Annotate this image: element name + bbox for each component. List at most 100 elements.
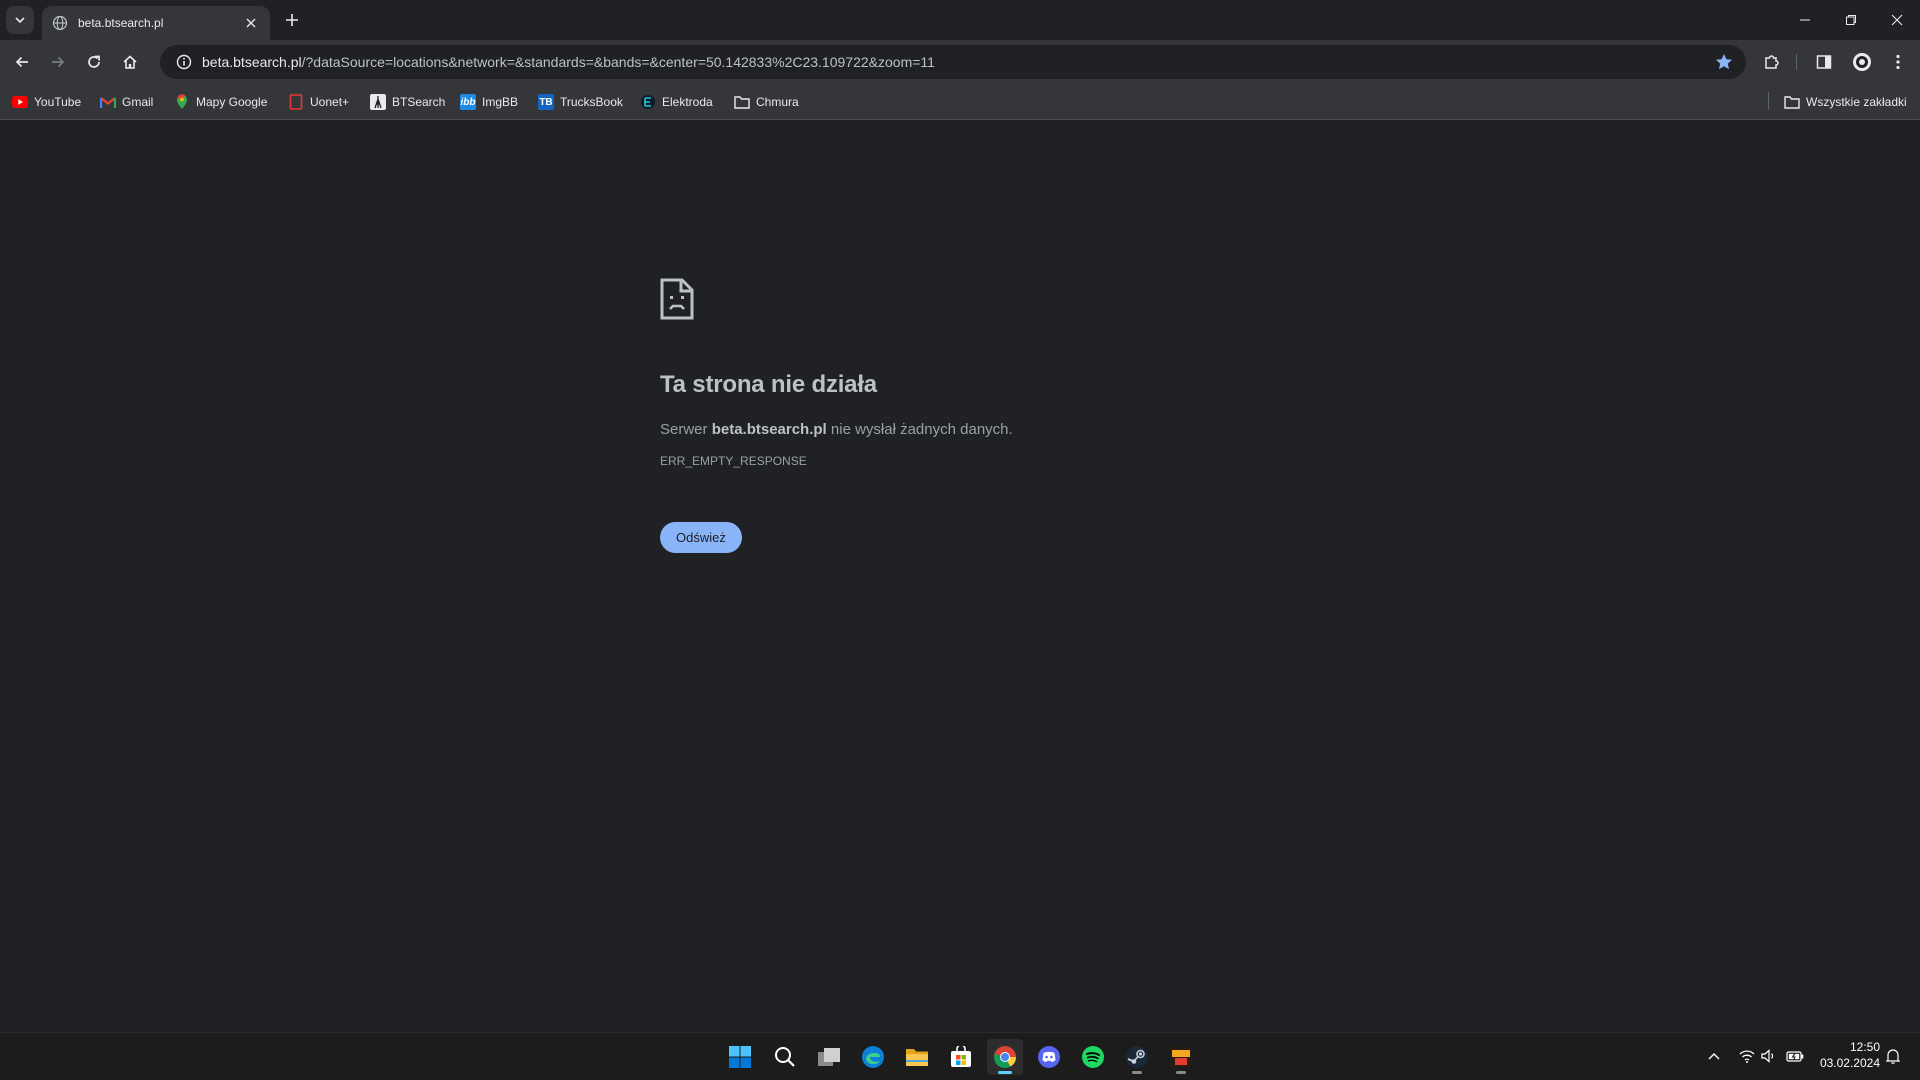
spotify-icon bbox=[1082, 1046, 1104, 1068]
bookmark-label: Gmail bbox=[122, 95, 154, 109]
puzzle-icon bbox=[1765, 55, 1779, 69]
taskbar-discord[interactable] bbox=[1031, 1039, 1067, 1075]
edge-icon bbox=[862, 1046, 884, 1068]
address-bar[interactable]: beta.btsearch.pl/?dataSource=locations&n… bbox=[160, 45, 1746, 79]
chrome-icon bbox=[994, 1046, 1016, 1068]
bookmark-imgbb[interactable]: ibb ImgBB bbox=[456, 90, 522, 114]
tab-strip: beta.btsearch.pl bbox=[0, 0, 1920, 40]
taskbar-steam[interactable] bbox=[1119, 1039, 1155, 1075]
volume-button[interactable] bbox=[1758, 1045, 1780, 1067]
uonet-icon bbox=[288, 94, 304, 110]
wifi-icon bbox=[1739, 1050, 1755, 1063]
file-explorer-icon bbox=[906, 1049, 928, 1066]
reload-page-button[interactable]: Odśwież bbox=[660, 522, 742, 553]
cms-icon bbox=[1171, 1047, 1191, 1067]
youtube-icon bbox=[12, 94, 28, 110]
tray-overflow-button[interactable] bbox=[1703, 1045, 1725, 1067]
arrow-left-icon bbox=[15, 56, 28, 68]
bookmark-label: Uonet+ bbox=[310, 95, 350, 109]
active-indicator bbox=[998, 1071, 1012, 1074]
site-info-button[interactable] bbox=[172, 50, 196, 74]
discord-icon bbox=[1038, 1046, 1060, 1068]
close-icon bbox=[246, 18, 256, 28]
reload-button[interactable] bbox=[80, 48, 108, 76]
avatar-icon bbox=[1853, 53, 1871, 71]
all-bookmarks-button[interactable]: Wszystkie zakładki bbox=[1780, 90, 1911, 114]
error-panel: Ta strona nie działa Serwer beta.btsearc… bbox=[660, 278, 1260, 553]
bookmark-gmail[interactable]: Gmail bbox=[96, 90, 157, 114]
error-desc-prefix: Serwer bbox=[660, 421, 712, 438]
sad-page-icon bbox=[660, 278, 694, 320]
extensions-button[interactable] bbox=[1760, 50, 1784, 74]
side-panel-button[interactable] bbox=[1812, 50, 1836, 74]
url-host: beta.btsearch.pl bbox=[202, 54, 302, 70]
network-button[interactable] bbox=[1736, 1045, 1758, 1067]
home-button[interactable] bbox=[116, 48, 144, 76]
plus-icon bbox=[286, 14, 298, 26]
minimize-button[interactable] bbox=[1782, 0, 1828, 40]
taskbar-edge[interactable] bbox=[855, 1039, 891, 1075]
reload-icon bbox=[88, 55, 100, 68]
system-clock[interactable]: 12:50 03.02.2024 bbox=[1808, 1039, 1880, 1071]
battery-charging-icon bbox=[1786, 1051, 1804, 1062]
chevron-up-icon bbox=[1708, 1053, 1720, 1060]
bookmark-uonet[interactable]: Uonet+ bbox=[284, 90, 353, 114]
close-icon bbox=[1891, 14, 1903, 26]
speaker-icon bbox=[1761, 1049, 1774, 1063]
bookmark-btsearch[interactable]: BTSearch bbox=[366, 90, 449, 114]
start-button[interactable] bbox=[722, 1039, 758, 1075]
task-view-icon bbox=[818, 1048, 840, 1066]
bookmark-elektroda[interactable]: Elektroda bbox=[636, 90, 717, 114]
task-view-button[interactable] bbox=[811, 1039, 847, 1075]
maps-pin-icon bbox=[174, 94, 190, 110]
close-window-button[interactable] bbox=[1874, 0, 1920, 40]
arrow-right-icon bbox=[52, 56, 65, 68]
bookmark-trucksbook[interactable]: TB TrucksBook bbox=[534, 90, 627, 114]
profile-button[interactable] bbox=[1850, 50, 1874, 74]
folder-icon bbox=[734, 94, 750, 110]
menu-button[interactable] bbox=[1886, 50, 1910, 74]
bookmark-youtube[interactable]: YouTube bbox=[8, 90, 85, 114]
forward-button[interactable] bbox=[44, 48, 72, 76]
bookmark-chmura[interactable]: Chmura bbox=[730, 90, 803, 114]
taskbar-file-explorer[interactable] bbox=[899, 1039, 935, 1075]
taskbar-store[interactable] bbox=[943, 1039, 979, 1075]
taskbar-spotify[interactable] bbox=[1075, 1039, 1111, 1075]
battery-button[interactable] bbox=[1784, 1045, 1806, 1067]
tab-active[interactable]: beta.btsearch.pl bbox=[42, 6, 270, 40]
error-description: Serwer beta.btsearch.pl nie wysłał żadny… bbox=[660, 421, 1260, 438]
restore-icon bbox=[1846, 15, 1856, 25]
back-button[interactable] bbox=[8, 48, 36, 76]
toolbar-separator bbox=[1796, 54, 1797, 70]
bookmark-label: BTSearch bbox=[392, 95, 446, 109]
bookmark-label: YouTube bbox=[34, 95, 82, 109]
bookmark-label: ImgBB bbox=[482, 95, 519, 109]
taskbar-chrome[interactable] bbox=[987, 1039, 1023, 1075]
notifications-button[interactable] bbox=[1882, 1045, 1904, 1067]
error-desc-host: beta.btsearch.pl bbox=[711, 421, 827, 438]
store-icon bbox=[951, 1046, 971, 1067]
chevron-down-icon bbox=[15, 17, 25, 24]
restore-button[interactable] bbox=[1828, 0, 1874, 40]
globe-icon bbox=[52, 15, 68, 31]
bookmark-star-icon[interactable] bbox=[1714, 52, 1734, 72]
bookmark-mapy-google[interactable]: Mapy Google bbox=[170, 90, 271, 114]
url-path: /?dataSource=locations&network=&standard… bbox=[301, 54, 935, 70]
bell-icon bbox=[1886, 1049, 1900, 1064]
clock-date: 03.02.2024 bbox=[1819, 1056, 1880, 1070]
taskbar-cms[interactable] bbox=[1163, 1039, 1199, 1075]
folder-icon bbox=[1784, 94, 1800, 110]
bookmarks-separator bbox=[1768, 92, 1769, 110]
tab-close-button[interactable] bbox=[242, 14, 260, 32]
error-desc-suffix: nie wysłał żadnych danych. bbox=[826, 421, 1013, 438]
tab-search-button[interactable] bbox=[6, 6, 34, 34]
taskbar-search-button[interactable] bbox=[767, 1039, 803, 1075]
page-content: Ta strona nie działa Serwer beta.btsearc… bbox=[0, 121, 1920, 1032]
browser-toolbar: beta.btsearch.pl/?dataSource=locations&n… bbox=[0, 40, 1920, 84]
side-panel-icon bbox=[1816, 55, 1832, 69]
windows-taskbar: 12:50 03.02.2024 bbox=[0, 1032, 1920, 1080]
new-tab-button[interactable] bbox=[280, 8, 304, 32]
steam-icon bbox=[1126, 1046, 1148, 1068]
windows-start-icon bbox=[729, 1046, 751, 1068]
tab-title: beta.btsearch.pl bbox=[78, 16, 164, 30]
